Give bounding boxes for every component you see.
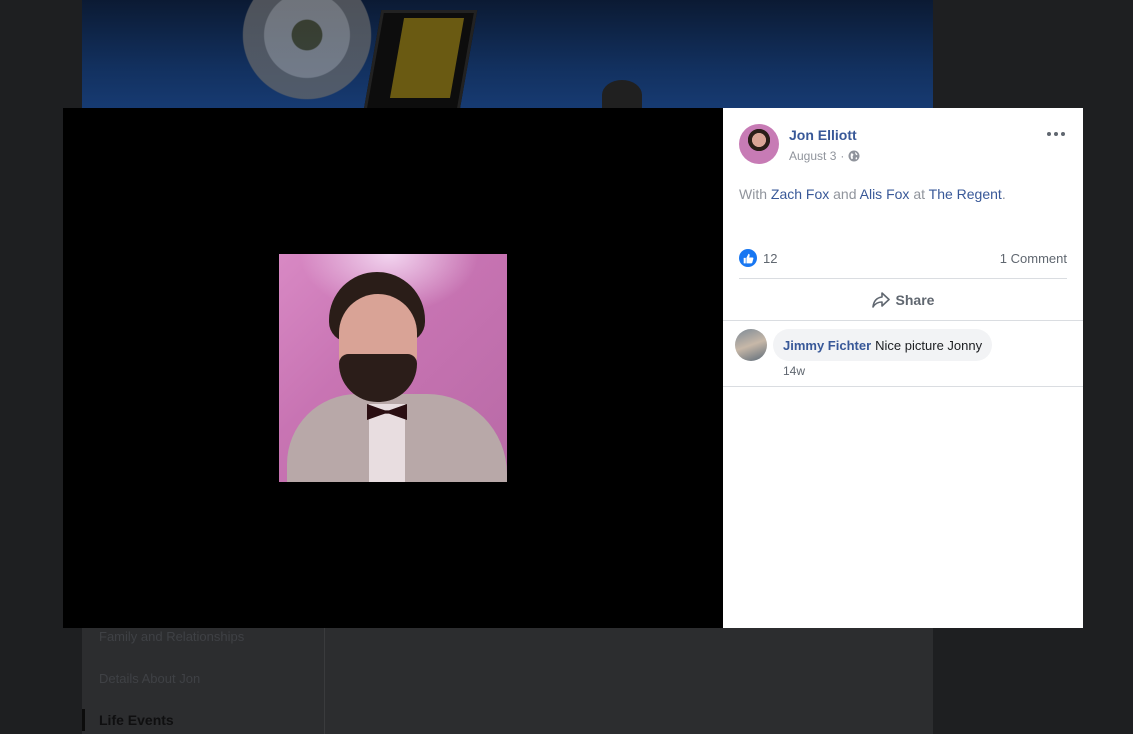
divider bbox=[723, 386, 1083, 387]
comment-author[interactable]: Jimmy Fichter bbox=[783, 338, 871, 353]
like-count: 12 bbox=[763, 250, 778, 266]
about-nav-life-events[interactable]: Life Events bbox=[99, 712, 174, 728]
post-caption: With Zach Fox and Alis Fox at The Regent… bbox=[739, 186, 1006, 202]
location-link[interactable]: The Regent bbox=[929, 186, 1002, 202]
share-arrow-icon bbox=[871, 292, 890, 308]
comment-count-link[interactable]: 1 Comment bbox=[1000, 251, 1067, 266]
about-nav-family[interactable]: Family and Relationships bbox=[99, 629, 244, 644]
post-date[interactable]: August 3 bbox=[789, 149, 836, 163]
cover-photo bbox=[82, 0, 933, 110]
comment-bubble: Jimmy Fichter Nice picture Jonny bbox=[773, 329, 993, 361]
more-options-icon[interactable] bbox=[1047, 128, 1067, 140]
post-meta: August 3 · bbox=[789, 149, 860, 163]
caption-at: at bbox=[913, 186, 925, 202]
comment-text: Nice picture Jonny bbox=[875, 337, 983, 353]
caption-with: With bbox=[739, 186, 767, 202]
author-name[interactable]: Jon Elliott bbox=[789, 127, 857, 143]
comment-timestamp[interactable]: 14w bbox=[783, 364, 805, 378]
caption-period: . bbox=[1001, 186, 1006, 202]
reactions-summary[interactable]: 12 bbox=[739, 249, 777, 267]
globe-icon[interactable] bbox=[848, 150, 860, 162]
active-nav-indicator bbox=[82, 709, 85, 731]
cover-flower bbox=[232, 0, 382, 110]
cover-knob bbox=[602, 80, 642, 110]
tagged-friend-link[interactable]: Zach Fox bbox=[771, 186, 829, 202]
divider bbox=[723, 320, 1083, 321]
divider bbox=[739, 278, 1067, 279]
about-nav-details[interactable]: Details About Jon bbox=[99, 671, 200, 686]
share-label: Share bbox=[895, 292, 935, 308]
tagged-friend-link[interactable]: Alis Fox bbox=[860, 186, 910, 202]
commenter-avatar[interactable] bbox=[735, 329, 767, 361]
share-button[interactable]: Share bbox=[739, 280, 1067, 320]
caption-and: and bbox=[833, 186, 857, 202]
photo-viewer-stage[interactable] bbox=[63, 108, 723, 628]
author-avatar[interactable] bbox=[739, 124, 779, 164]
post-side-panel: Jon Elliott August 3 · With Zach Fox and… bbox=[723, 108, 1083, 628]
post-photo[interactable] bbox=[279, 254, 507, 482]
like-icon bbox=[739, 249, 757, 267]
meta-separator: · bbox=[840, 149, 845, 163]
